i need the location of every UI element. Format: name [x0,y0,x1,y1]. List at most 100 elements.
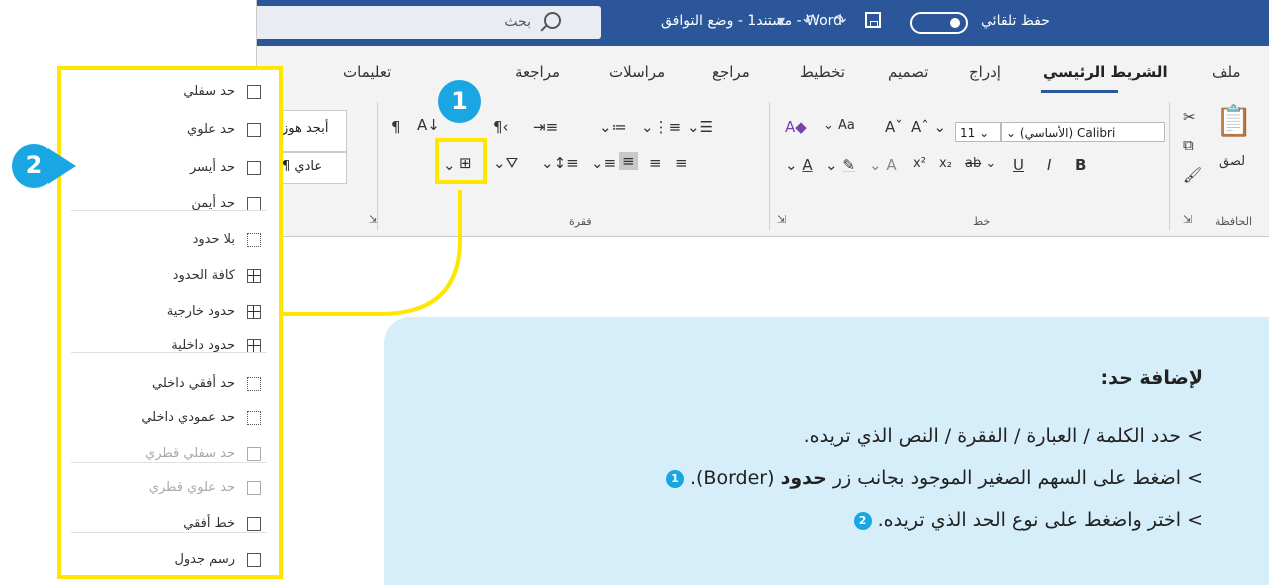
borders-dropdown-menu: حد سفلي حد علوي حد أيسر حد أيمن بلا حدود كافة… [57,66,283,579]
shrink-font-icon[interactable]: Aˇ [885,118,903,136]
font-name-box[interactable]: ⌄ (الأساسي) Calibri [1001,122,1165,142]
copy-icon[interactable]: ⧉ [1183,136,1194,154]
tab-file[interactable]: ملف [1212,63,1241,81]
bullets-icon[interactable]: ⌄☰ [687,118,713,136]
customize-arrow-icon[interactable]: ▾ [777,11,785,30]
tab-mailings[interactable]: مراسلات [609,63,665,81]
subscript-icon[interactable]: x₂ [939,156,952,171]
menu-item-none[interactable]: بلا حدود [71,226,267,256]
cut-icon[interactable]: ✂ [1183,108,1196,126]
undo-icon[interactable]: ↶ [803,11,816,30]
tab-design[interactable]: تصميم [888,63,928,81]
menu-item-label: كافة الحدود [172,268,235,283]
italic-icon[interactable]: I [1047,156,1051,174]
menu-item-label: حدود داخلية [171,338,235,353]
menu-item-draw[interactable]: رسم جدول [71,546,267,576]
borders-button-highlight [435,138,487,184]
tab-home[interactable]: الشريط الرئيسي [1043,63,1168,81]
clipboard-launcher-icon[interactable]: ⇲ [1183,213,1192,226]
paste-icon[interactable]: 📋 [1215,104,1252,139]
change-case-icon[interactable]: ⌄ Aa [823,118,855,133]
tab-review[interactable]: مراجعة [515,63,560,81]
menu-separator [71,352,267,353]
font-size-box[interactable]: 11 ⌄ [955,122,1001,142]
separator [1169,102,1170,230]
rtl-icon[interactable]: ¶‹ [493,118,509,136]
instruction-step-1: > حدد الكلمة / العبارة / الفقرة / النص ا… [803,425,1203,447]
increase-indent-icon[interactable]: ⇥≡ [533,118,558,136]
justify-icon[interactable]: ⌄≡ [591,154,616,172]
align-left-icon[interactable]: ≡ [675,154,688,172]
menu-item-label: حد أفقي داخلي [152,376,235,391]
menu-item-all[interactable]: كافة الحدود [71,262,267,292]
border-outside-icon [247,305,261,319]
border-diag-up-icon [247,481,261,495]
highlight-icon[interactable]: ⌄ ✎ [825,156,855,174]
step2-bold: حدود [780,467,827,489]
menu-item-label: حد أيسر [190,160,235,175]
toggle-knob [950,18,960,28]
menu-item-top[interactable]: حد علوي [71,116,267,146]
align-center-icon[interactable]: ≡ [649,154,662,172]
instruction-step-3: > اختر واضغط على نوع الحد الذي تريده. 2 [850,509,1203,531]
menu-item-left[interactable]: حد أيسر [71,154,267,184]
border-inside-icon [247,339,261,353]
tab-insert[interactable]: إدراج [969,63,1001,81]
tab-references[interactable]: مراجع [712,63,750,81]
pilcrow-icon[interactable]: ¶ [391,118,401,136]
tab-layout[interactable]: تخطيط [800,63,845,81]
underline-icon[interactable]: U [1013,156,1024,174]
instruction-card: لإضافة حد: > حدد الكلمة / العبارة / الفق… [384,317,1269,585]
step2-pre: > اضغط على السهم الصغير الموجود بجانب زر [826,467,1203,489]
border-right-icon [247,197,261,211]
style-heading[interactable]: أبجد هوز [277,110,347,152]
menu-item-inside-v[interactable]: حد عمودي داخلي [71,404,267,434]
menu-item-right[interactable]: حد أيمن [71,190,267,220]
border-left-icon [247,161,261,175]
menu-item-hline[interactable]: خط أفقي [71,510,267,540]
menu-item-label: حد أيمن [191,196,235,211]
instruction-title: لإضافة حد: [1100,367,1204,389]
step2-post: (Border). [689,467,781,489]
align-right-icon[interactable]: ≡ [619,152,638,170]
paragraph-group-label: فقرة [569,215,592,228]
font-color-icon[interactable]: ⌄ A [785,156,813,174]
border-hline-icon [247,517,261,531]
redo-icon[interactable]: ↷ [833,11,846,30]
tab-help[interactable]: تعليمات [343,63,391,81]
text-effects-icon[interactable]: ⌄ A [869,156,897,174]
font-launcher-icon[interactable]: ⇲ [777,213,786,226]
border-inside-h-icon [247,377,261,391]
paste-label[interactable]: لصق [1219,154,1245,169]
menu-item-diag-up[interactable]: حد علوي قطري [71,474,267,504]
sort-icon[interactable]: A↓ [417,116,440,134]
menu-item-diag-down[interactable]: حد سفلي قطري [71,440,267,470]
clear-formatting-icon[interactable]: A◆ [785,118,807,136]
step3-badge: 2 [853,511,872,530]
title-bar: بحث مستند1 - وضع التوافق - Word ▾ ↶ ↷ حف… [257,0,1269,46]
multilevel-list-icon[interactable]: ⌄≔ [599,118,627,136]
numbering-icon[interactable]: ⌄⋮≡ [641,118,681,136]
font-size-value: 11 [960,126,976,140]
border-none-icon [247,233,261,247]
menu-item-outside[interactable]: حدود خارجية [71,298,267,328]
superscript-icon[interactable]: x² [913,156,926,171]
separator [769,102,770,230]
instruction-step-2: > اضغط على السهم الصغير الموجود بجانب زر… [662,467,1203,489]
font-group-label: خط [973,215,991,228]
strikethrough-icon[interactable]: ab ⌄ [965,156,996,171]
line-spacing-icon[interactable]: ⌄↕≡ [541,154,579,172]
save-icon[interactable] [865,12,881,28]
grow-font-icon[interactable]: Aˆ ⌄ [911,118,946,136]
menu-item-label: حد علوي قطري [148,480,235,495]
search-box[interactable]: بحث [257,6,601,39]
menu-item-bottom[interactable]: حد سفلي [71,78,267,108]
format-painter-icon[interactable]: 🖌 [1183,166,1202,184]
autosave-toggle[interactable] [910,12,968,34]
menu-item-inside-h[interactable]: حد أفقي داخلي [71,370,267,400]
clipboard-group-label: الحافظة [1215,215,1253,228]
bold-icon[interactable]: B [1075,156,1086,174]
shading-icon[interactable]: ⌄⛛ [493,154,518,172]
menu-item-inside[interactable]: حدود داخلية [71,332,267,362]
border-top-icon [247,123,261,137]
